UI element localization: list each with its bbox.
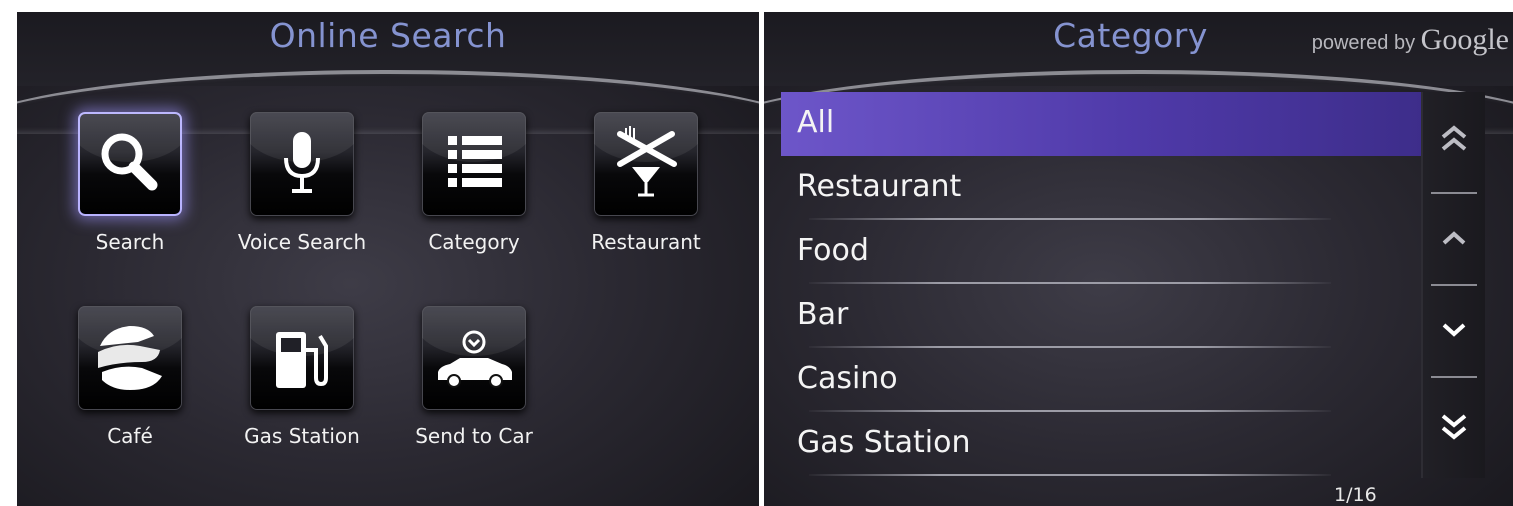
category-button[interactable] [422,112,526,216]
powered-by-text: powered by [1311,32,1416,54]
gas-station-button[interactable] [250,306,354,410]
scrollbar [1421,92,1485,478]
voice-search-button[interactable] [250,112,354,216]
tile-label: Restaurant [591,230,701,254]
send-to-car-button[interactable] [422,306,526,410]
gas-station-tile[interactable]: Gas Station [222,306,382,456]
list-icon [448,136,502,187]
scroll-up-button[interactable] [1423,194,1485,282]
search-icon [101,133,158,191]
list-item-casino[interactable]: Casino [781,348,1421,412]
list-item-label: Bar [797,297,849,332]
list-item-label: All [797,105,835,140]
powered-by-google: powered by Google [1312,23,1509,57]
cafe-button[interactable] [78,306,182,410]
fork-knife-glass-icon [617,126,677,197]
list-item-label: Casino [797,361,898,396]
category-screen: Category powered by Google All Restauran… [764,12,1513,506]
list-item-label: Food [797,233,869,268]
up-icon [1442,231,1466,245]
search-button[interactable] [78,112,182,216]
list-item-label: Restaurant [797,169,962,204]
category-list: All Restaurant Food Bar Casino Gas Stati… [781,92,1424,476]
restaurant-button[interactable] [594,112,698,216]
restaurant-tile[interactable]: Restaurant [566,112,726,262]
list-item-bar[interactable]: Bar [781,284,1421,348]
tile-label: Voice Search [237,230,367,254]
google-logo: Google [1420,23,1509,56]
page-title: Online Search [269,16,507,55]
tile-label: Category [428,230,520,254]
page-indicator: 1/16 [1334,484,1377,506]
page-down-icon [1441,414,1467,440]
scroll-down-button[interactable] [1423,286,1485,374]
list-item-label: Gas Station [797,425,971,460]
croissant-icon [98,326,162,390]
list-item-all[interactable]: All [781,92,1424,156]
tile-label: Search [95,230,165,254]
divider [809,474,1331,476]
selection-highlight [781,92,1424,156]
voice-search-tile[interactable]: Voice Search [222,112,382,262]
microphone-icon [284,132,320,193]
tile-label: Gas Station [244,424,360,448]
category-tile[interactable]: Category [394,112,554,262]
tile-label: Send to Car [415,424,533,448]
online-search-screen: Online Search Search Voice Search Catego… [17,12,759,506]
send-to-car-tile[interactable]: Send to Car [394,306,554,456]
search-tile[interactable]: Search [50,112,210,262]
page-down-button[interactable] [1423,378,1485,474]
gas-pump-icon [276,332,328,388]
list-item-restaurant[interactable]: Restaurant [781,156,1421,220]
cafe-tile[interactable]: Café [50,306,210,456]
list-item-gas-station[interactable]: Gas Station [781,412,1421,476]
tile-label: Café [107,424,153,448]
page-up-icon [1441,125,1467,151]
page-up-button[interactable] [1423,94,1485,184]
car-download-icon [438,330,512,388]
list-item-food[interactable]: Food [781,220,1421,284]
down-icon [1442,323,1466,337]
